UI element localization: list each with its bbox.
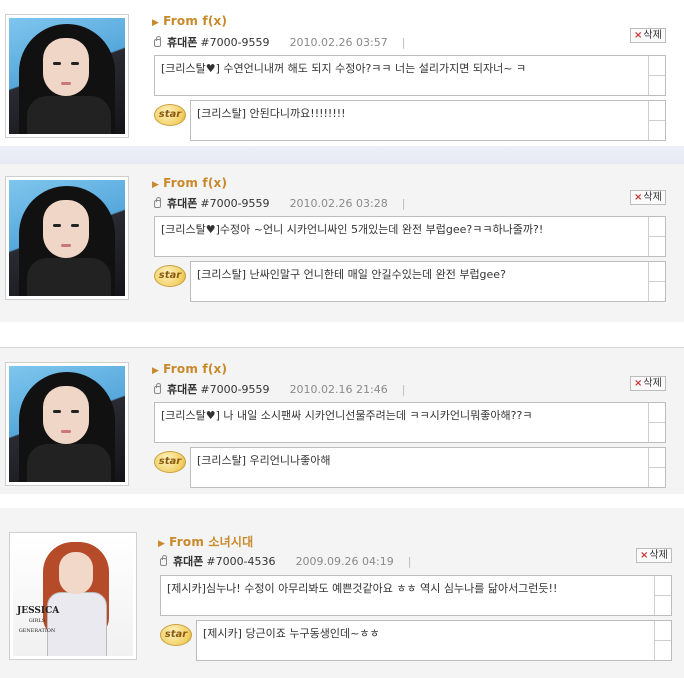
scrollbar[interactable] — [648, 101, 665, 140]
arrow-right-icon: ▶ — [152, 180, 160, 190]
post-sender[interactable]: ▶ From 소녀시대 — [158, 533, 253, 550]
phone-number: #7000-9559 — [200, 197, 270, 210]
star-icon: star — [160, 624, 192, 646]
profile-photo — [9, 18, 125, 134]
scrollbar[interactable] — [648, 56, 665, 95]
avatar[interactable]: JESSICA GIRLS GENERATION — [9, 532, 137, 660]
post-date: 2009.09.26 04:19 — [295, 555, 394, 568]
guestbook-post: ▶ From f(x) 휴대폰 #7000-9559 2010.02.16 21:46… — [0, 348, 684, 494]
arrow-right-icon: ▶ — [152, 366, 160, 376]
reply-text: [크리스탈] 안된다니까요!!!!!!!! — [197, 107, 346, 120]
post-meta: 휴대폰 #7000-9559 2010.02.26 03:28 | — [154, 195, 405, 211]
avatar[interactable] — [5, 362, 129, 486]
post-sender[interactable]: ▶ From f(x) — [152, 176, 227, 190]
scrollbar[interactable] — [648, 262, 665, 301]
reply-text: [크리스탈] 난싸인말구 언니한테 매일 안길수있는데 완전 부럽gee? — [197, 268, 506, 281]
message-box: [크리스탈♥] 수연언니내꺼 해도 되지 수정아?ㅋㅋ 너는 설리가지면 되자너… — [154, 55, 666, 96]
profile-photo: JESSICA GIRLS GENERATION — [13, 536, 133, 656]
arrow-right-icon: ▶ — [158, 539, 166, 549]
message-text: [크리스탈♥]수정아 ~언니 시카언니싸인 5개있는데 완전 부럽gee?ㅋㅋ하… — [161, 223, 544, 236]
lock-icon — [154, 36, 161, 47]
scrollbar[interactable] — [648, 217, 665, 256]
profile-photo — [9, 366, 125, 482]
reply-box: [크리스탈] 우리언니나좋아해 — [190, 447, 666, 488]
post-date: 2010.02.26 03:57 — [289, 36, 388, 49]
avatar[interactable] — [5, 176, 129, 300]
phone-number: #7000-9559 — [200, 36, 270, 49]
guestbook-post: ▶ From f(x) 휴대폰 #7000-9559 2010.02.26 03:57… — [0, 0, 684, 146]
scrollbar[interactable] — [648, 448, 665, 487]
divider — [0, 322, 684, 348]
divider — [0, 494, 684, 508]
close-icon: × — [634, 192, 643, 203]
post-sender[interactable]: ▶ From f(x) — [152, 362, 227, 376]
star-icon: star — [154, 451, 186, 473]
message-box: [제시카]심누나! 수정이 아무리봐도 예쁜것같아요 ㅎㅎ 역시 심누나를 닮아… — [160, 575, 672, 616]
reply-box: [크리스탈] 난싸인말구 언니한테 매일 안길수있는데 완전 부럽gee? — [190, 261, 666, 302]
close-icon: × — [640, 550, 649, 561]
divider: | — [401, 36, 406, 49]
reply-text: [크리스탈] 우리언니나좋아해 — [197, 454, 331, 467]
phone-label: 휴대폰 — [167, 197, 198, 210]
lock-icon — [154, 383, 161, 394]
delete-button[interactable]: ×삭제 — [630, 376, 666, 391]
arrow-right-icon: ▶ — [152, 18, 160, 28]
divider: | — [401, 383, 406, 396]
scrollbar[interactable] — [654, 576, 671, 615]
post-date: 2010.02.16 21:46 — [289, 383, 388, 396]
avatar[interactable] — [5, 14, 129, 138]
star-icon: star — [154, 104, 186, 126]
post-meta: 휴대폰 #7000-9559 2010.02.16 21:46 | — [154, 381, 405, 397]
delete-button[interactable]: ×삭제 — [636, 548, 672, 563]
lock-icon — [160, 555, 167, 566]
message-text: [크리스탈♥] 수연언니내꺼 해도 되지 수정아?ㅋㅋ 너는 설리가지면 되자너… — [161, 62, 527, 75]
delete-button[interactable]: ×삭제 — [630, 190, 666, 205]
message-box: [크리스탈♥]수정아 ~언니 시카언니싸인 5개있는데 완전 부럽gee?ㅋㅋ하… — [154, 216, 666, 257]
scrollbar[interactable] — [654, 621, 671, 660]
guestbook-post: JESSICA GIRLS GENERATION ▶ From 소녀시대 휴대폰 #7… — [0, 508, 684, 678]
reply-box: [제시카] 당근이죠 누구동생인데~ㅎㅎ — [196, 620, 672, 661]
lock-icon — [154, 197, 161, 208]
profile-photo — [9, 180, 125, 296]
phone-label: 휴대폰 — [173, 555, 204, 568]
phone-number: #7000-4536 — [206, 555, 276, 568]
guestbook-post: ▶ From f(x) 휴대폰 #7000-9559 2010.02.26 03:28… — [0, 164, 684, 322]
message-text: [크리스탈♥] 나 내일 소시팬싸 시카언니선물주려는데 ㅋㅋ시카언니뭐좋아해?… — [161, 409, 533, 422]
phone-number: #7000-9559 — [200, 383, 270, 396]
post-meta: 휴대폰 #7000-9559 2010.02.26 03:57 | — [154, 34, 405, 50]
star-icon: star — [154, 265, 186, 287]
reply-box: [크리스탈] 안된다니까요!!!!!!!! — [190, 100, 666, 141]
delete-button[interactable]: ×삭제 — [630, 28, 666, 43]
divider — [0, 146, 684, 164]
phone-label: 휴대폰 — [167, 36, 198, 49]
post-meta: 휴대폰 #7000-4536 2009.09.26 04:19 | — [160, 553, 411, 569]
close-icon: × — [634, 30, 643, 41]
scrollbar[interactable] — [648, 403, 665, 442]
reply-text: [제시카] 당근이죠 누구동생인데~ㅎㅎ — [203, 627, 380, 640]
brand-logo: JESSICA GIRLS GENERATION — [17, 606, 60, 634]
divider: | — [401, 197, 406, 210]
post-date: 2010.02.26 03:28 — [289, 197, 388, 210]
close-icon: × — [634, 378, 643, 389]
post-sender[interactable]: ▶ From f(x) — [152, 14, 227, 28]
divider: | — [407, 555, 412, 568]
message-text: [제시카]심누나! 수정이 아무리봐도 예쁜것같아요 ㅎㅎ 역시 심누나를 닮아… — [167, 582, 558, 595]
phone-label: 휴대폰 — [167, 383, 198, 396]
message-box: [크리스탈♥] 나 내일 소시팬싸 시카언니선물주려는데 ㅋㅋ시카언니뭐좋아해?… — [154, 402, 666, 443]
